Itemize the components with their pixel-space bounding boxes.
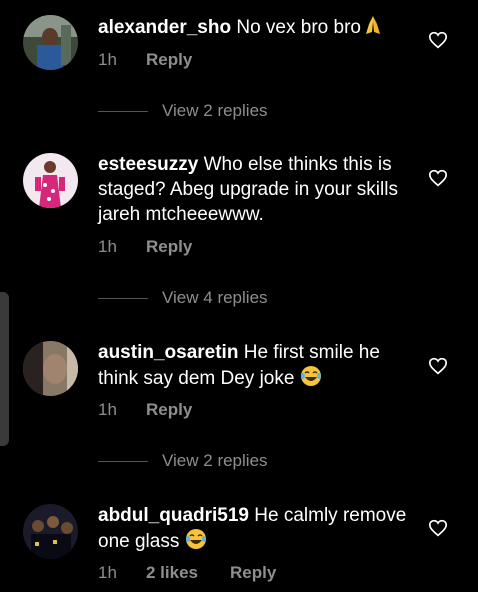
divider-line (98, 298, 148, 300)
heart-icon[interactable] (428, 31, 448, 49)
comment-username[interactable]: abdul_quadri519 (98, 505, 249, 526)
view-replies-label[interactable]: View 2 replies (162, 101, 268, 120)
divider-line (98, 461, 148, 463)
comment-text: austin_osaretin He first smile he think … (98, 340, 416, 394)
comment-time: 1h (98, 237, 117, 256)
avatar[interactable] (23, 341, 78, 396)
folded-hands-emoji (361, 14, 385, 43)
comment-meta: 1h Reply (98, 400, 192, 420)
comment-time: 1h (98, 50, 117, 69)
reply-button[interactable]: Reply (230, 563, 276, 583)
heart-icon[interactable] (428, 519, 448, 537)
comment-meta: 1h Reply (98, 237, 192, 257)
avatar[interactable] (23, 15, 78, 70)
comment-body: No vex bro bro (236, 17, 361, 38)
reply-button[interactable]: Reply (146, 400, 192, 420)
comment-text: esteesuzzy Who else thinks this is stage… (98, 152, 416, 227)
view-replies-label[interactable]: View 2 replies (162, 451, 268, 470)
screen-edge-handle[interactable] (0, 292, 9, 446)
tears-of-joy-emoji (300, 365, 322, 394)
comment-meta: 1h 2 likes Reply (98, 563, 276, 583)
view-replies-label[interactable]: View 4 replies (162, 288, 268, 307)
comment-username[interactable]: austin_osaretin (98, 342, 238, 363)
comment-username[interactable]: alexander_sho (98, 17, 231, 38)
likes-count[interactable]: 2 likes (146, 563, 198, 583)
avatar[interactable] (23, 153, 78, 208)
comment-text: abdul_quadri519 He calmly remove one gla… (98, 503, 416, 557)
reply-button[interactable]: Reply (146, 50, 192, 70)
comment-username[interactable]: esteesuzzy (98, 154, 198, 175)
comment-text: alexander_sho No vex bro bro (98, 14, 416, 43)
reply-button[interactable]: Reply (146, 237, 192, 257)
avatar[interactable] (23, 504, 78, 559)
view-replies-button[interactable]: View 2 replies (98, 451, 268, 471)
view-replies-button[interactable]: View 4 replies (98, 288, 268, 308)
divider-line (98, 111, 148, 113)
comment-time: 1h (98, 400, 117, 419)
comment-meta: 1h Reply (98, 50, 192, 70)
comment-time: 1h (98, 563, 117, 582)
heart-icon[interactable] (428, 169, 448, 187)
view-replies-button[interactable]: View 2 replies (98, 101, 268, 121)
heart-icon[interactable] (428, 357, 448, 375)
tears-of-joy-emoji (185, 528, 207, 557)
